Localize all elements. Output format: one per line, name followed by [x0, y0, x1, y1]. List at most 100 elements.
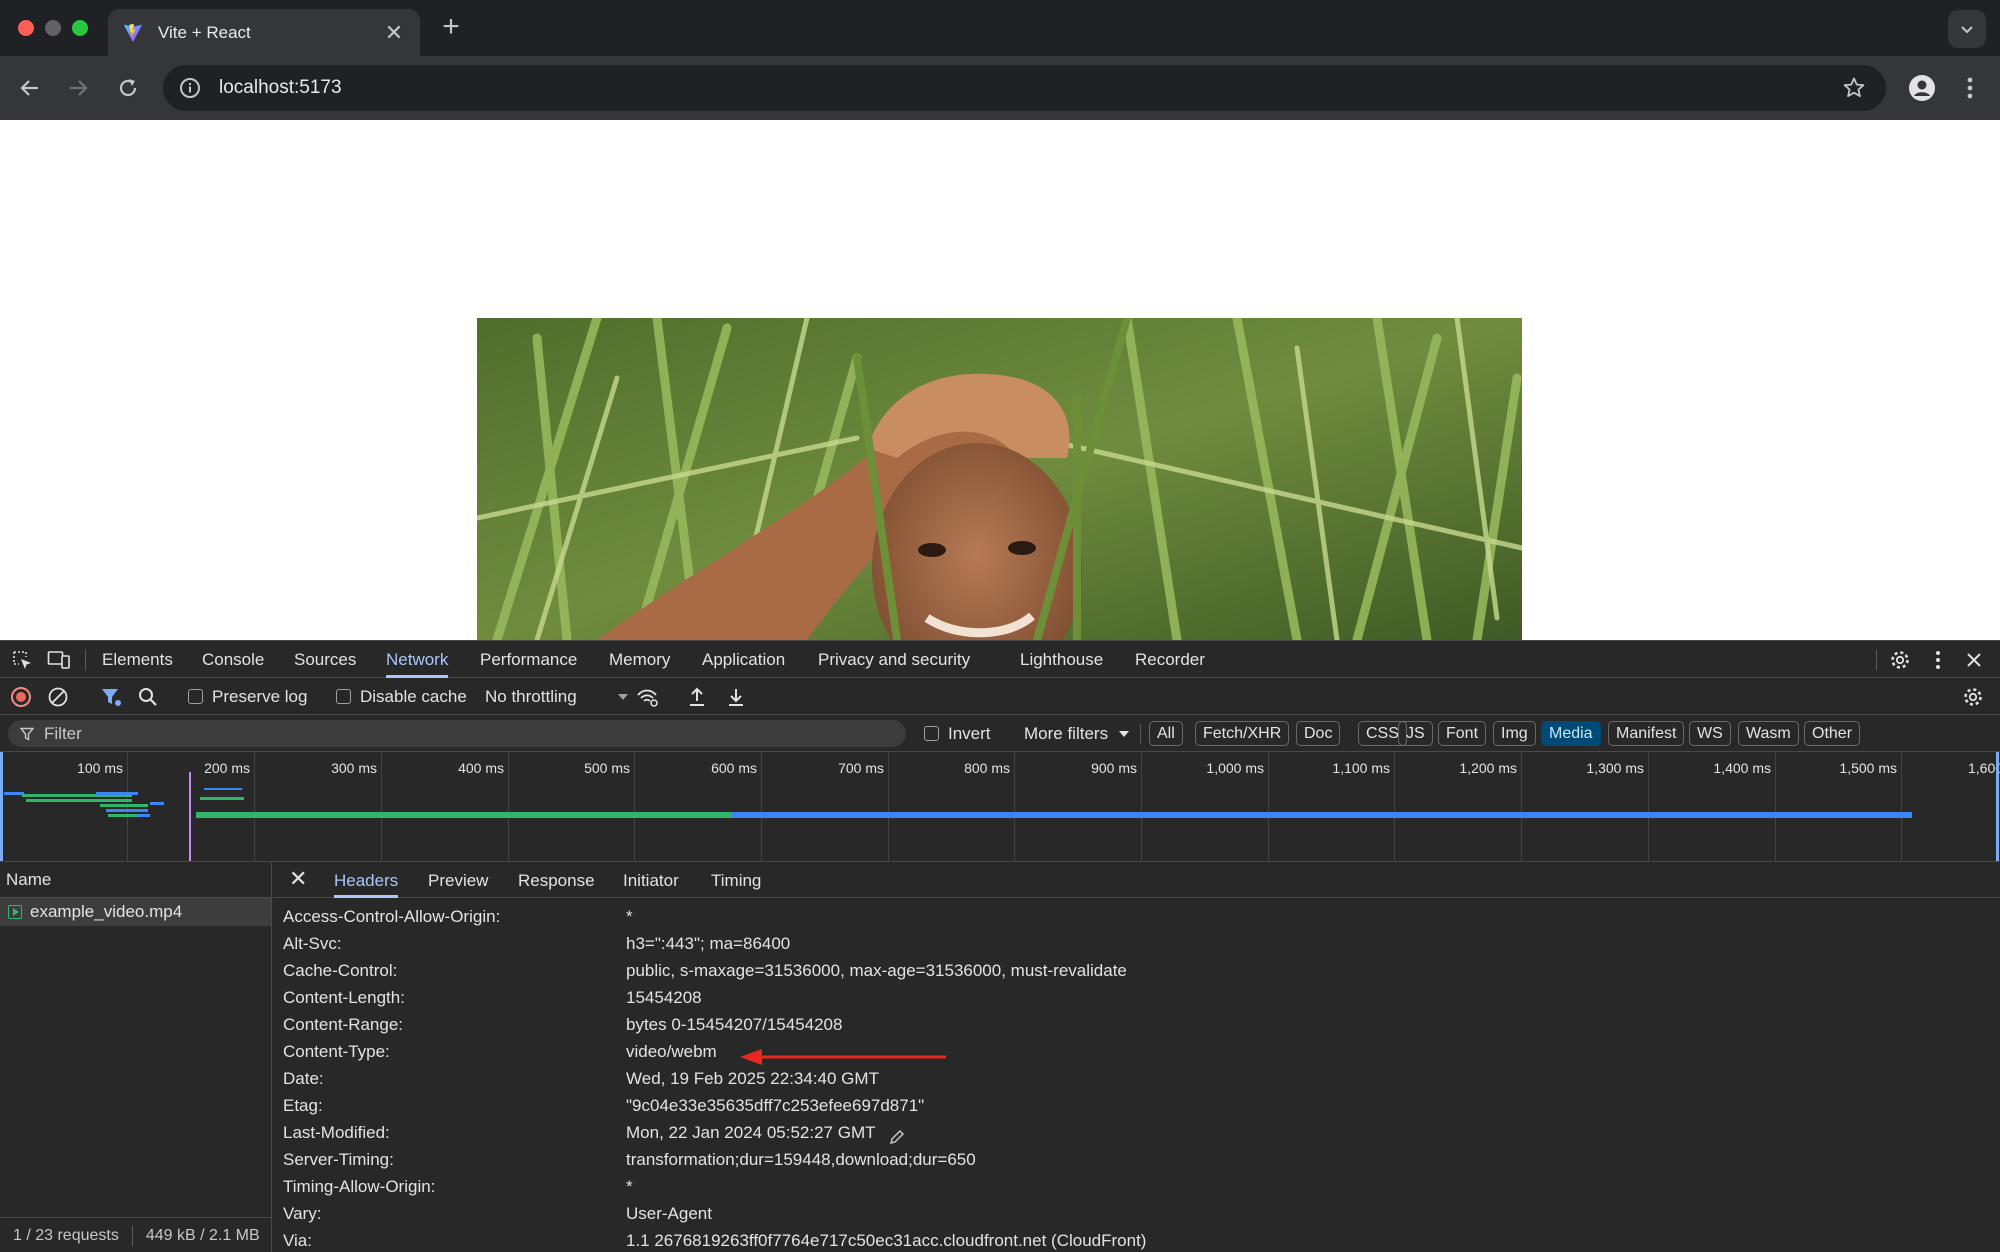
tab-sources[interactable]: Sources — [294, 641, 356, 678]
video-frame-image — [477, 318, 1522, 640]
tab-lighthouse[interactable]: Lighthouse — [1020, 641, 1103, 678]
timeline-bar — [100, 804, 148, 807]
window-maximize-button[interactable] — [72, 20, 88, 36]
filter-type-js[interactable]: JS — [1398, 721, 1433, 746]
range-handle-left[interactable] — [0, 752, 3, 861]
import-har-button[interactable] — [687, 678, 707, 715]
record-button[interactable] — [10, 678, 32, 715]
browser-menu-button[interactable] — [1952, 70, 1988, 106]
range-handle-right[interactable] — [1996, 752, 1999, 861]
window-close-button[interactable] — [18, 20, 34, 36]
header-name: Content-Length: — [283, 988, 405, 1007]
request-list: Name example_video.mp4 1 / 23 requests 4… — [0, 862, 272, 1252]
forward-button[interactable] — [60, 70, 96, 106]
tab-application[interactable]: Application — [702, 641, 785, 678]
tab-timing[interactable]: Timing — [711, 862, 761, 898]
tab-network[interactable]: Network — [386, 641, 449, 678]
close-tab-icon[interactable]: ✕ — [382, 20, 406, 45]
network-settings-button[interactable] — [1962, 678, 1984, 715]
invert-checkbox[interactable]: Invert — [924, 715, 991, 752]
clear-log-button[interactable] — [47, 678, 69, 715]
tab-preview[interactable]: Preview — [428, 862, 488, 898]
browser-toolbar: localhost:5173 — [0, 56, 2000, 120]
filter-type-wasm[interactable]: Wasm — [1738, 721, 1799, 746]
header-value: public, s-maxage=31536000, max-age=31536… — [626, 961, 1127, 980]
tab-search-button[interactable] — [1948, 10, 1986, 48]
tab-title: Vite + React — [158, 22, 251, 42]
back-button[interactable] — [12, 70, 48, 106]
network-overview-timeline[interactable]: 100 ms 200 ms 300 ms 400 ms 500 ms 600 m… — [0, 752, 2000, 862]
arrow-left-icon — [20, 80, 38, 96]
reload-icon — [119, 79, 137, 97]
site-info-icon[interactable] — [177, 75, 203, 101]
filter-type-other[interactable]: Other — [1804, 721, 1861, 746]
new-tab-button[interactable]: + — [436, 12, 466, 42]
filter-toggle-button[interactable] — [100, 678, 122, 715]
tab-initiator[interactable]: Initiator — [623, 862, 679, 898]
reload-button[interactable] — [110, 70, 146, 106]
devtools-close-icon[interactable] — [1962, 649, 1986, 671]
disable-cache-checkbox[interactable]: Disable cache — [336, 678, 467, 715]
devtools-settings-icon[interactable] — [1888, 649, 1912, 671]
filter-type-manifest[interactable]: Manifest — [1608, 721, 1685, 746]
edit-pencil-icon[interactable] — [888, 1128, 906, 1146]
filter-type-media[interactable]: Media — [1541, 721, 1601, 746]
devtools-more-icon[interactable] — [1926, 649, 1950, 671]
invert-check[interactable] — [924, 726, 939, 741]
timeline-tick: 500 ms — [584, 760, 630, 776]
filter-box[interactable] — [8, 720, 906, 747]
inspect-element-icon[interactable] — [10, 649, 34, 671]
preserve-log-checkbox[interactable]: Preserve log — [188, 678, 307, 715]
tab-memory[interactable]: Memory — [609, 641, 670, 678]
window-minimize-button[interactable] — [45, 20, 61, 36]
filter-type-img[interactable]: Img — [1493, 721, 1536, 746]
bookmark-star-icon[interactable] — [1842, 76, 1866, 100]
tab-strip: Vite + React ✕ + — [0, 0, 2000, 56]
filter-type-ws[interactable]: WS — [1689, 721, 1731, 746]
more-filters-dropdown[interactable]: More filters — [1024, 715, 1130, 752]
page-viewport — [0, 120, 2000, 640]
network-conditions-button[interactable] — [636, 678, 660, 715]
close-details-icon[interactable]: ✕ — [289, 862, 307, 898]
download-icon — [729, 688, 743, 706]
address-bar[interactable]: localhost:5173 — [163, 65, 1886, 111]
header-name: Date: — [283, 1069, 324, 1088]
header-name: Content-Type: — [283, 1042, 390, 1061]
tab-performance[interactable]: Performance — [480, 641, 577, 678]
url-text: localhost:5173 — [219, 77, 342, 98]
vite-logo-icon — [123, 23, 143, 42]
tab-recorder[interactable]: Recorder — [1135, 641, 1205, 678]
video-player[interactable] — [477, 318, 1522, 640]
header-value: "9c04e33e35635dff7c253efee697d871" — [626, 1096, 925, 1115]
name-column-header[interactable]: Name — [0, 862, 271, 898]
tab-elements[interactable]: Elements — [102, 641, 173, 678]
filter-type-font[interactable]: Font — [1438, 721, 1487, 746]
export-har-button[interactable] — [726, 678, 746, 715]
invert-label: Invert — [948, 723, 991, 743]
filter-type-doc[interactable]: Doc — [1296, 721, 1341, 746]
tab-response[interactable]: Response — [518, 862, 595, 898]
disable-cache-check[interactable] — [336, 689, 351, 704]
timeline-tick: 1,400 ms — [1713, 760, 1771, 776]
header-value: bytes 0-15454207/15454208 — [626, 1015, 843, 1034]
timeline-tick: 1,200 ms — [1459, 760, 1517, 776]
timeline-tick: 200 ms — [204, 760, 250, 776]
search-button[interactable] — [137, 678, 159, 715]
request-row[interactable]: example_video.mp4 — [0, 898, 271, 926]
filter-type-fetch-xhr[interactable]: Fetch/XHR — [1195, 721, 1290, 746]
profile-button[interactable] — [1904, 70, 1940, 106]
preserve-log-check[interactable] — [188, 689, 203, 704]
throttling-value: No throttling — [485, 686, 577, 706]
filter-type-all[interactable]: All — [1149, 721, 1183, 746]
throttling-select[interactable]: No throttling — [485, 678, 629, 715]
filter-input[interactable] — [44, 723, 884, 744]
header-name: Timing-Allow-Origin: — [283, 1177, 436, 1196]
timeline-tick: 900 ms — [1091, 760, 1137, 776]
timeline-bar — [138, 814, 150, 817]
tab-headers[interactable]: Headers — [334, 862, 399, 898]
tab-privacy-and-security[interactable]: Privacy and security — [818, 641, 970, 678]
device-toolbar-icon[interactable] — [47, 649, 71, 671]
timeline-tick: 700 ms — [838, 760, 884, 776]
browser-tab[interactable]: Vite + React ✕ — [108, 9, 420, 56]
tab-console[interactable]: Console — [202, 641, 264, 678]
